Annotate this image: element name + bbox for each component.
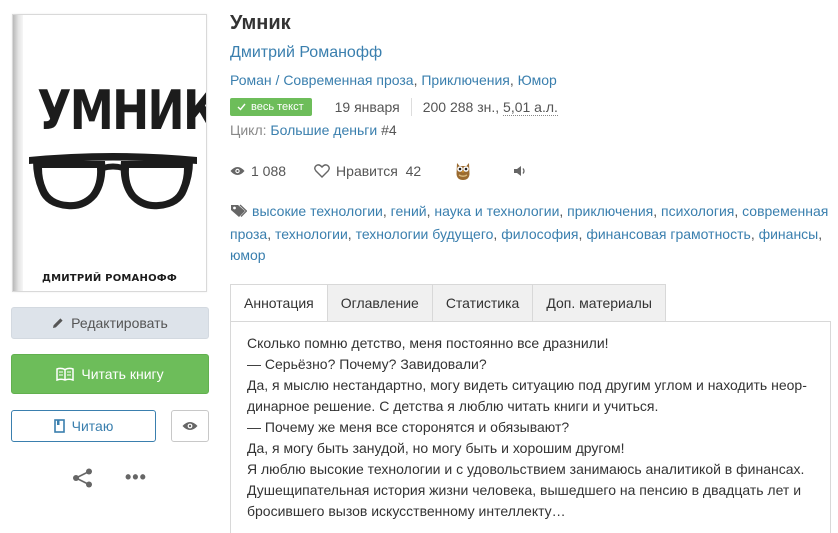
book-icon (53, 419, 65, 433)
more-options-button[interactable]: ••• (125, 468, 147, 486)
genre-link[interactable]: Юмор (518, 72, 557, 88)
annotation-line: Да, я могу быть занудой, но могу быть и … (247, 440, 625, 456)
pencil-icon (52, 317, 64, 329)
likes-count: 42 (405, 163, 422, 179)
edit-button-label: Редактировать (71, 315, 168, 331)
cycle-link[interactable]: Большие деньги (270, 122, 377, 138)
share-icon[interactable] (72, 468, 94, 493)
heart-icon (314, 164, 330, 178)
book-size-al[interactable]: 5,01 а.л. (503, 99, 558, 116)
book-title: Умник (230, 12, 291, 34)
tag-link[interactable]: гений (391, 203, 427, 219)
cover-author: ДМИТРИЙ РОМАНОФФ (41, 273, 178, 284)
tag-link[interactable]: финансовая грамотность (586, 226, 751, 242)
read-book-button-label: Читать книгу (81, 366, 164, 382)
glasses-illustration (29, 153, 197, 210)
tab-extra-materials[interactable]: Доп. материалы (533, 284, 666, 322)
divider (410, 98, 412, 116)
cycle-label: Цикл: (230, 122, 267, 138)
annotation-line: — Серьёзно? Почему? Завидовали? (247, 356, 487, 372)
speaker-icon[interactable] (513, 165, 533, 177)
annotation-line: — Почему же меня все сторонятся и обязыв… (247, 419, 570, 435)
tab-contents[interactable]: Оглавление (327, 284, 433, 322)
views-count: 1 088 (251, 163, 287, 179)
tag-link[interactable]: наука и технологии (434, 203, 559, 219)
genre-list: Роман / Современная проза, Приключения, … (230, 72, 557, 88)
book-cover[interactable]: УМНИК ДМИТРИЙ РОМАНОФФ (12, 14, 207, 292)
views-stat: 1 088 (230, 163, 286, 179)
genre-separator: , (509, 72, 518, 88)
book-author-link[interactable]: Дмитрий Романофф (230, 44, 382, 62)
follow-button[interactable] (171, 410, 209, 442)
tag-link[interactable]: психология (661, 203, 734, 219)
tag-link[interactable]: высокие технологии (252, 203, 383, 219)
annotation-line: бросившего вызов искусственному интеллек… (247, 503, 566, 519)
read-book-button[interactable]: Читать книгу (11, 354, 209, 394)
annotation-line: Я люблю высокие технологии и с удовольст… (247, 461, 805, 477)
tab-statistics[interactable]: Статистика (432, 284, 534, 322)
cover-spine (13, 15, 23, 291)
tag-list: высокие технологии, гений, наука и техно… (230, 203, 829, 263)
tag-link[interactable]: приключения (567, 203, 653, 219)
book-stats: 1 088 Нравится 42 (230, 160, 533, 182)
owl-icon[interactable] (455, 161, 477, 181)
tag-link[interactable]: юмор (230, 247, 266, 263)
annotation-line: Да, я мыслю нестандартно, могу видеть си… (247, 377, 807, 393)
cycle-number: #4 (381, 122, 397, 138)
cycle-info: Цикл: Большие деньги #4 (230, 122, 397, 138)
publish-date: 19 января (334, 99, 400, 115)
open-book-icon (56, 367, 75, 381)
tag-icon (230, 203, 248, 224)
tab-annotation[interactable]: Аннотация (230, 284, 328, 322)
genre-link[interactable]: Роман / Современная проза (230, 72, 414, 88)
tab-bar: Аннотация Оглавление Статистика Доп. мат… (230, 284, 666, 322)
tag-link[interactable]: технологии будущего (356, 226, 494, 242)
eye-icon (230, 167, 245, 175)
likes-label: Нравится (336, 163, 398, 179)
edit-button[interactable]: Редактировать (11, 307, 209, 339)
eye-icon (182, 418, 198, 434)
genre-link[interactable]: Приключения (421, 72, 510, 88)
tag-link[interactable]: философия (501, 226, 578, 242)
annotation-text: Сколько помню детство, меня постоянно вс… (247, 333, 827, 522)
cover-title: УМНИК (37, 79, 207, 142)
check-icon (237, 103, 246, 111)
reading-status-button[interactable]: Читаю (11, 410, 156, 442)
reading-status-label: Читаю (71, 418, 114, 434)
book-meta: весь текст 19 января 200 288 зн., 5,01 а… (230, 97, 558, 117)
annotation-line: динарное решение. С детства я люблю чита… (247, 398, 659, 414)
annotation-line: Сколько помню детство, меня постоянно вс… (247, 335, 609, 351)
annotation-line: Душещипательная история жизни человека, … (247, 482, 802, 498)
status-badge-label: весь текст (251, 101, 304, 113)
tag-link[interactable]: финансы (759, 226, 819, 242)
book-size-chars: 200 288 зн., (422, 99, 500, 115)
like-button[interactable]: Нравится 42 (314, 163, 421, 179)
tag-link[interactable]: технологии (275, 226, 348, 242)
status-badge: весь текст (230, 98, 312, 116)
